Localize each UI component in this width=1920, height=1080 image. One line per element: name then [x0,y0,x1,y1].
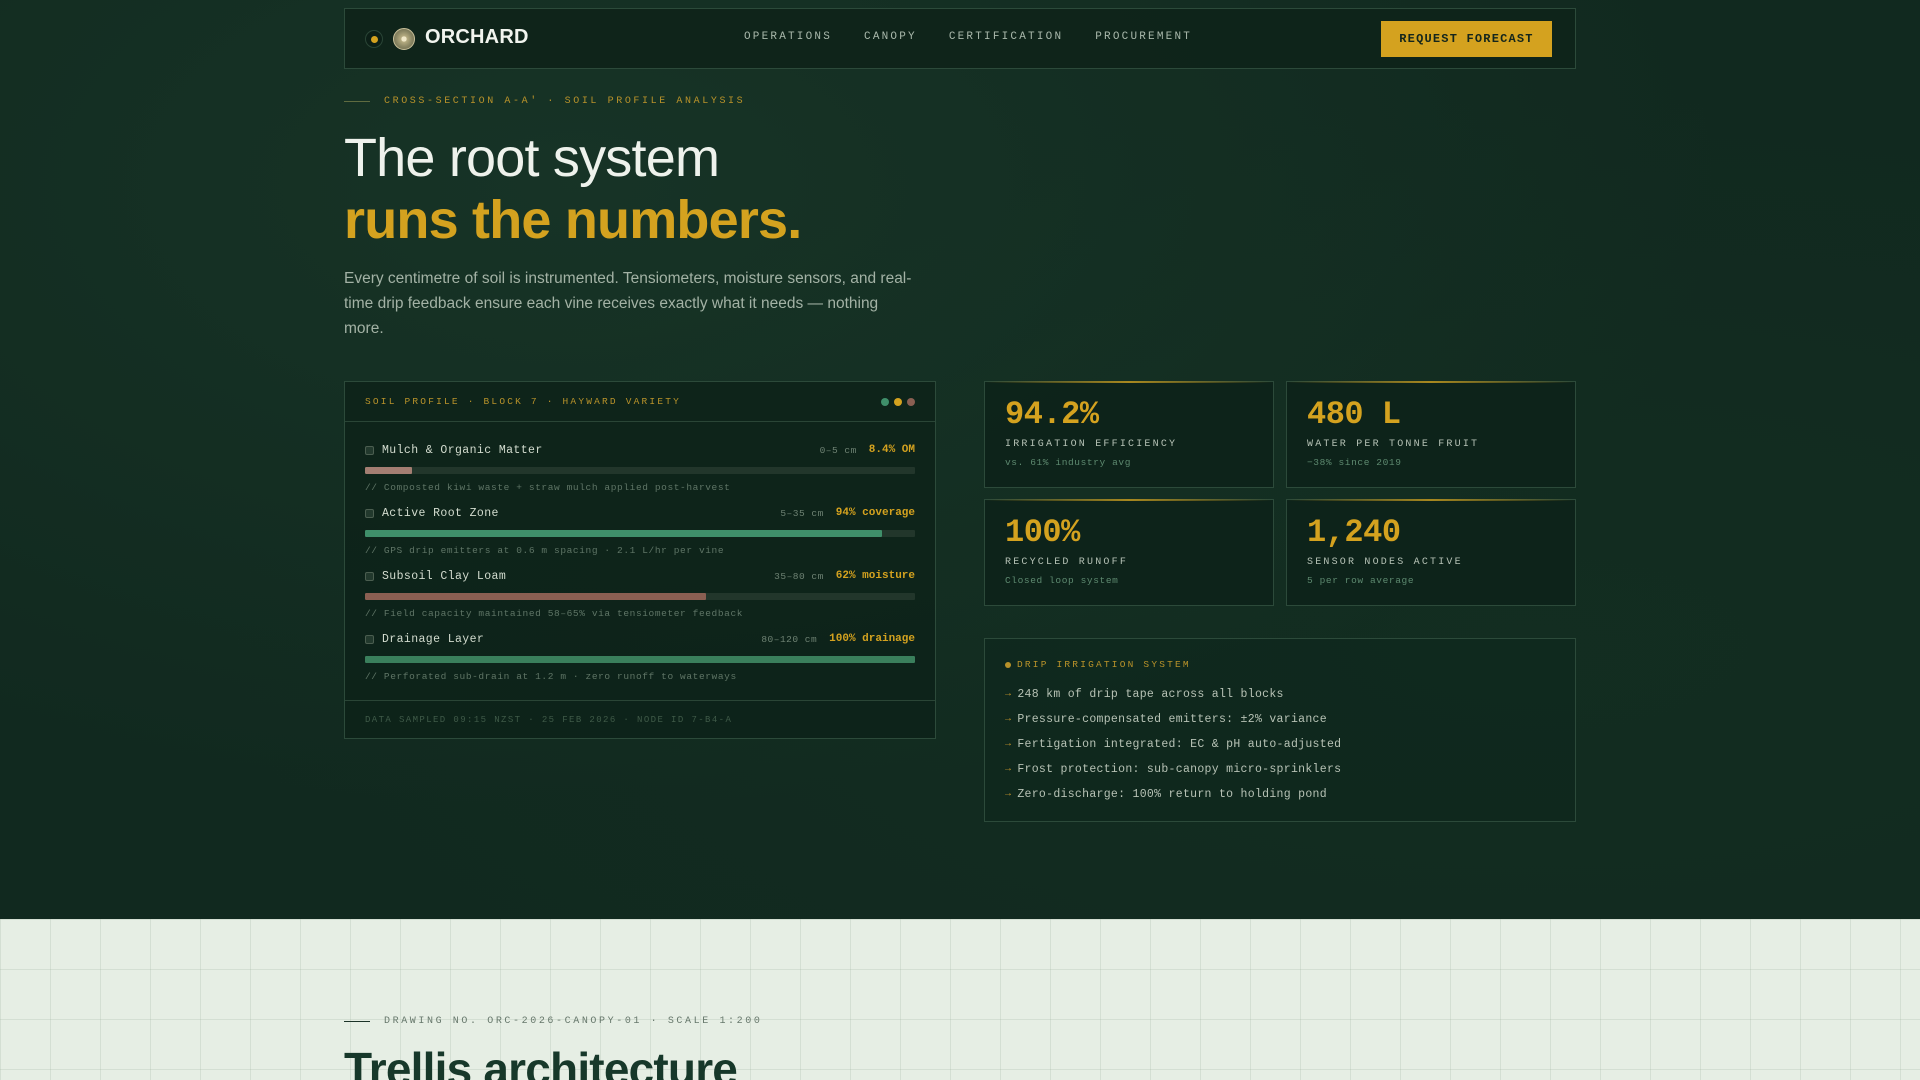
request-forecast-button[interactable]: REQUEST FORECAST [1381,21,1552,57]
layer-swatch-icon [365,571,374,581]
list-item-text: Zero-discharge: 100% return to holding p… [1017,788,1327,801]
brand-name[interactable]: ORCHARD [425,26,529,49]
top-nav: ORCHARD OPERATIONS CANOPY CERTIFICATION … [344,8,1576,69]
soil-layer-mulch[interactable]: Mulch & Organic Matter 0–5 cm 8.4% OM //… [365,442,915,493]
soil-layer-drainage[interactable]: Drainage Layer 80–120 cm 100% drainage /… [365,631,915,682]
drip-feature-list: → 248 km of drip tape across all blocks →… [1005,682,1555,807]
arrow-right-icon: → [1005,714,1012,725]
layer-bar-fill [365,656,915,663]
status-dot-icon [365,30,383,48]
nav-link-procurement[interactable]: PROCUREMENT [1095,31,1192,43]
soil-profile-panel: SOIL PROFILE · BLOCK 7 · HAYWARD VARIETY… [344,381,936,739]
drip-panel-title: DRIP IRRIGATION SYSTEM [1005,659,1555,670]
hero-eyebrow: CROSS-SECTION A-A' · SOIL PROFILE ANALYS… [344,96,745,107]
layer-note: // GPS drip emitters at 0.6 m spacing · … [365,545,725,556]
arrow-right-icon: → [1005,739,1012,750]
status-dot-brown [907,397,915,406]
stat-card-sensor-nodes: 1,240 SENSOR NODES ACTIVE 5 per row aver… [1286,499,1576,606]
arrow-right-icon: → [1005,789,1012,800]
layer-value: 62% moisture [835,570,915,582]
layer-note: // Field capacity maintained 58–65% via … [365,608,744,619]
hero-title-line2: runs the numbers. [344,190,802,250]
stat-label: WATER PER TONNE FRUIT [1307,439,1480,450]
soil-panel-title: SOIL PROFILE · BLOCK 7 · HAYWARD VARIETY [365,396,682,407]
stat-card-water-per-tonne: 480 L WATER PER TONNE FRUIT −38% since 2… [1286,381,1576,488]
layer-name: Mulch & Organic Matter [382,443,543,457]
layer-swatch-icon [365,445,374,455]
layer-value: 100% drainage [829,633,915,645]
stat-value: 480 L [1307,396,1401,433]
stat-subtext: vs. 61% industry avg [1005,457,1132,468]
layer-value: 94% coverage [835,507,915,519]
list-item-text: Frost protection: sub-canopy micro-sprin… [1017,763,1342,776]
kiwi-logo-icon[interactable] [393,28,415,50]
status-dot-gold [894,397,902,406]
nav-link-certification[interactable]: CERTIFICATION [949,31,1063,43]
list-item-text: 248 km of drip tape across all blocks [1017,688,1284,701]
layer-bar-track [365,530,915,537]
list-item: → Pressure-compensated emitters: ±2% vari… [1005,707,1555,732]
arrow-right-icon: → [1005,764,1012,775]
stat-subtext: −38% since 2019 [1307,457,1402,468]
layer-swatch-icon [365,508,374,518]
layer-depth: 35–80 cm [774,570,824,582]
soil-status-dots [881,397,915,406]
stat-card-recycled-runoff: 100% RECYCLED RUNOFF Closed loop system [984,499,1274,606]
stat-label: RECYCLED RUNOFF [1005,557,1129,568]
soil-layer-subsoil[interactable]: Subsoil Clay Loam 35–80 cm 62% moisture … [365,568,915,619]
hero-eyebrow-text: CROSS-SECTION A-A' · SOIL PROFILE ANALYS… [384,96,746,107]
layer-name: Drainage Layer [382,632,485,646]
stat-value: 94.2% [1005,396,1099,433]
layer-name: Subsoil Clay Loam [382,569,507,583]
list-item: → Fertigation integrated: EC & pH auto-ad… [1005,732,1555,757]
canopy-eyebrow: DRAWING NO. ORC-2026-CANOPY-01 · SCALE 1… [344,1016,762,1027]
layer-note: // Perforated sub-drain at 1.2 m · zero … [365,671,737,682]
layer-bar-fill [365,593,706,600]
drip-title-text: DRIP IRRIGATION SYSTEM [1017,659,1191,670]
canopy-section-title: Trellis architecture [344,1043,738,1080]
list-item-text: Fertigation integrated: EC & pH auto-adj… [1017,738,1342,751]
layer-bar-track [365,467,915,474]
hero-title-line1: The root system [344,128,720,188]
soil-layer-root-zone[interactable]: Active Root Zone 5–35 cm 94% coverage //… [365,505,915,556]
arrow-right-icon: → [1005,689,1012,700]
layer-value: 8.4% OM [868,444,915,456]
hero-section [0,0,1920,919]
soil-panel-footer: DATA SAMPLED 09:15 NZST · 25 FEB 2026 · … [345,700,935,738]
stat-value: 100% [1005,514,1080,551]
stat-label: SENSOR NODES ACTIVE [1307,557,1463,568]
hero-lede: Every centimetre of soil is instrumented… [344,270,912,337]
layer-bar-fill [365,467,412,474]
soil-panel-header: SOIL PROFILE · BLOCK 7 · HAYWARD VARIETY [345,382,935,422]
layer-bar-track [365,656,915,663]
layer-note: // Composted kiwi waste + straw mulch ap… [365,482,731,493]
layer-bar-track [365,593,915,600]
eyebrow-rule [344,1021,370,1022]
bullet-dot-icon [1005,661,1011,668]
nav-links: OPERATIONS CANOPY CERTIFICATION PROCUREM… [744,31,1192,43]
drip-irrigation-panel: DRIP IRRIGATION SYSTEM → 248 km of drip t… [984,638,1576,822]
layer-depth: 80–120 cm [761,633,818,645]
layer-depth: 0–5 cm [819,444,857,456]
nav-link-canopy[interactable]: CANOPY [864,31,917,43]
stat-label: IRRIGATION EFFICIENCY [1005,439,1178,450]
status-dot-green [881,397,889,406]
canopy-section [0,919,1920,1080]
sample-timestamp: DATA SAMPLED 09:15 NZST · 25 FEB 2026 · … [365,714,733,725]
stat-card-irrigation-efficiency: 94.2% IRRIGATION EFFICIENCY vs. 61% indu… [984,381,1274,488]
layer-bar-fill [365,530,882,537]
stat-value: 1,240 [1307,514,1401,551]
list-item: → Frost protection: sub-canopy micro-spri… [1005,757,1555,782]
layer-swatch-icon [365,634,374,644]
list-item: → Zero-discharge: 100% return to holding … [1005,782,1555,807]
layer-depth: 5–35 cm [780,507,824,519]
layer-name: Active Root Zone [382,506,499,520]
canopy-eyebrow-text: DRAWING NO. ORC-2026-CANOPY-01 · SCALE 1… [384,1016,763,1027]
list-item: → 248 km of drip tape across all blocks [1005,682,1555,707]
stat-subtext: 5 per row average [1307,575,1415,586]
eyebrow-rule [344,101,370,102]
list-item-text: Pressure-compensated emitters: ±2% varia… [1017,713,1327,726]
stat-subtext: Closed loop system [1005,575,1119,586]
nav-link-operations[interactable]: OPERATIONS [744,31,832,43]
